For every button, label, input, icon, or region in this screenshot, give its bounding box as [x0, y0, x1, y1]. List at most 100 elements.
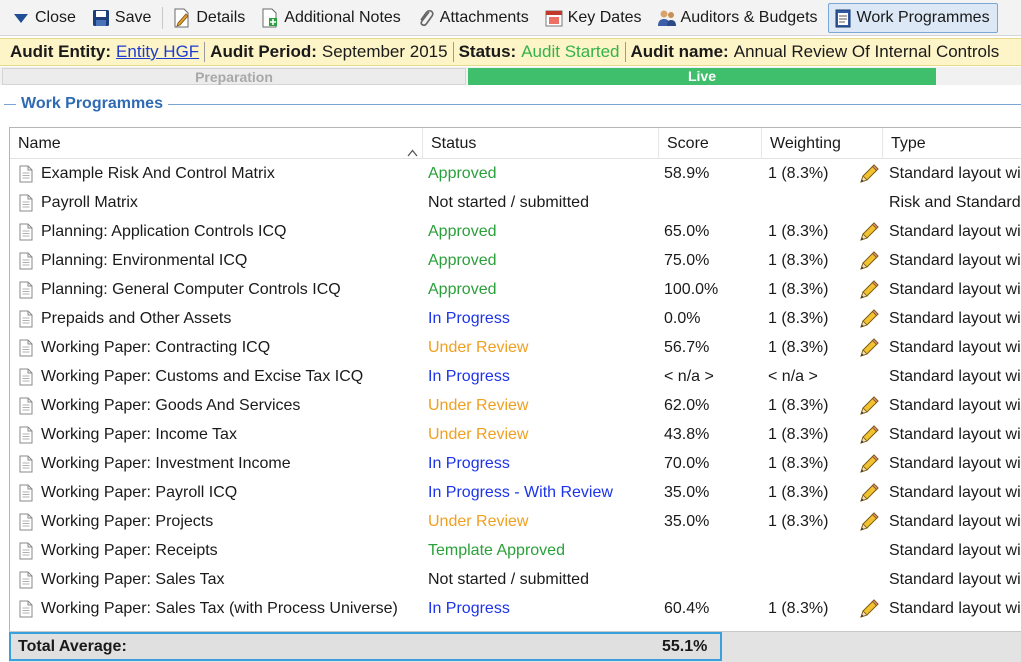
document-add-icon: [260, 8, 280, 28]
table-row[interactable]: Working Paper: Goods And Services Under R…: [10, 391, 1021, 420]
row-weighting: 1 (8.3%): [768, 281, 829, 298]
document-icon: [16, 275, 36, 304]
row-type: Standard layout wi: [889, 223, 1021, 240]
auditors-budgets-button[interactable]: Auditors & Budgets: [652, 3, 826, 33]
row-name: Working Paper: Goods And Services: [41, 397, 301, 414]
column-header-type-label: Type: [891, 135, 926, 152]
table-row[interactable]: Example Risk And Control Matrix Approved 5…: [10, 159, 1021, 188]
close-button[interactable]: Close: [6, 3, 84, 33]
pencil-icon[interactable]: [856, 217, 882, 246]
table-row[interactable]: Working Paper: Sales Tax (with Process U…: [10, 594, 1021, 623]
table-row[interactable]: Planning: Environmental ICQ Approved 75.0%…: [10, 246, 1021, 275]
additional-notes-label: Additional Notes: [284, 8, 401, 26]
row-name: Planning: General Computer Controls ICQ: [41, 281, 341, 298]
row-status: In Progress - With Review: [428, 484, 613, 501]
column-header-status[interactable]: Status: [423, 128, 659, 159]
row-score: < n/a >: [664, 368, 714, 385]
table-row[interactable]: Working Paper: Investment Income In Progr…: [10, 449, 1021, 478]
table-row[interactable]: Planning: General Computer Controls ICQ A…: [10, 275, 1021, 304]
document-icon: [16, 304, 36, 333]
document-icon: [16, 507, 36, 536]
document-icon: [16, 362, 36, 391]
additional-notes-button[interactable]: Additional Notes: [255, 3, 409, 33]
row-status: In Progress: [428, 600, 510, 617]
row-weighting: 1 (8.3%): [768, 339, 829, 356]
triangle-down-icon: [11, 8, 31, 28]
row-type: Standard layout wi: [889, 252, 1021, 269]
pencil-icon[interactable]: [856, 333, 882, 362]
group-title: Work Programmes: [21, 95, 163, 112]
row-weighting: 1 (8.3%): [768, 426, 829, 443]
row-name: Working Paper: Payroll ICQ: [41, 484, 238, 501]
column-header-score[interactable]: Score: [659, 128, 762, 159]
row-type: Standard layout wi: [889, 397, 1021, 414]
table-row[interactable]: Working Paper: Receipts Template Approved…: [10, 536, 1021, 565]
table-row[interactable]: Working Paper: Payroll ICQ In Progress - …: [10, 478, 1021, 507]
row-status: Under Review: [428, 513, 529, 530]
table-row[interactable]: Working Paper: Projects Under Review 35.0%…: [10, 507, 1021, 536]
document-icon: [16, 246, 36, 275]
pencil-icon[interactable]: [856, 275, 882, 304]
save-button[interactable]: Save: [86, 3, 159, 33]
table-row[interactable]: Prepaids and Other Assets In Progress 0.0%…: [10, 304, 1021, 333]
column-header-type[interactable]: Type: [883, 128, 1021, 159]
key-dates-label: Key Dates: [567, 8, 642, 26]
pencil-icon[interactable]: [856, 594, 882, 623]
row-type: Standard layout wi: [889, 571, 1021, 588]
row-type: Standard layout wi: [889, 339, 1021, 356]
pencil-icon[interactable]: [856, 420, 882, 449]
stage-bar: Preparation Live: [0, 67, 1021, 85]
row-weighting: 1 (8.3%): [768, 600, 829, 617]
calendar-icon: [544, 8, 564, 28]
row-type: Standard layout wi: [889, 600, 1021, 617]
table-row[interactable]: Planning: Application Controls ICQ Approv…: [10, 217, 1021, 246]
pencil-icon[interactable]: [856, 304, 882, 333]
row-type: Standard layout wi: [889, 310, 1021, 327]
row-score: [664, 188, 759, 217]
attachments-button[interactable]: Attachments: [411, 3, 537, 33]
row-score: 60.4%: [664, 600, 710, 617]
pencil-icon[interactable]: [856, 159, 882, 188]
row-score: 62.0%: [664, 397, 710, 414]
row-score: 56.7%: [664, 339, 710, 356]
pencil-icon[interactable]: [856, 449, 882, 478]
pencil-icon[interactable]: [856, 391, 882, 420]
pencil-icon[interactable]: [856, 478, 882, 507]
row-status: Not started / submitted: [428, 194, 589, 211]
row-weighting: 1 (8.3%): [768, 513, 829, 530]
document-icon: [16, 159, 36, 188]
table-row[interactable]: Working Paper: Sales Tax Not started / su…: [10, 565, 1021, 594]
row-status: Under Review: [428, 339, 529, 356]
row-score: 58.9%: [664, 165, 710, 182]
pencil-icon[interactable]: [856, 246, 882, 275]
pencil-icon[interactable]: [856, 507, 882, 536]
key-dates-button[interactable]: Key Dates: [539, 3, 650, 33]
column-header-weighting[interactable]: Weighting: [762, 128, 883, 159]
document-icon: [16, 565, 36, 594]
table-row[interactable]: Working Paper: Contracting ICQ Under Revi…: [10, 333, 1021, 362]
audit-entity-link[interactable]: Entity HGF: [116, 42, 199, 62]
work-programmes-button[interactable]: Work Programmes: [827, 2, 998, 33]
table-row[interactable]: Working Paper: Income Tax Under Review 43.…: [10, 420, 1021, 449]
status-key: Status:: [458, 42, 517, 61]
column-header-name[interactable]: Name: [10, 128, 423, 159]
row-status: In Progress: [428, 368, 510, 385]
row-name: Working Paper: Contracting ICQ: [41, 339, 271, 356]
row-score: [664, 565, 759, 594]
audit-name-key: Audit name:: [630, 42, 729, 61]
floppy-disk-icon: [91, 8, 111, 28]
row-type: Standard layout wi: [889, 281, 1021, 298]
table-row[interactable]: Working Paper: Customs and Excise Tax IC…: [10, 362, 1021, 391]
row-score: 70.0%: [664, 455, 710, 472]
row-status: Approved: [428, 223, 497, 240]
column-header-name-label: Name: [18, 135, 61, 152]
document-icon: [16, 478, 36, 507]
row-type: Standard layout wi: [889, 455, 1021, 472]
row-status: In Progress: [428, 455, 510, 472]
document-icon: [16, 594, 36, 623]
document-icon: [16, 420, 36, 449]
users-icon: [657, 8, 677, 28]
table-row[interactable]: Payroll Matrix Not started / submitted Ris…: [10, 188, 1021, 217]
details-button[interactable]: Details: [167, 3, 253, 33]
row-name: Working Paper: Income Tax: [41, 426, 237, 443]
